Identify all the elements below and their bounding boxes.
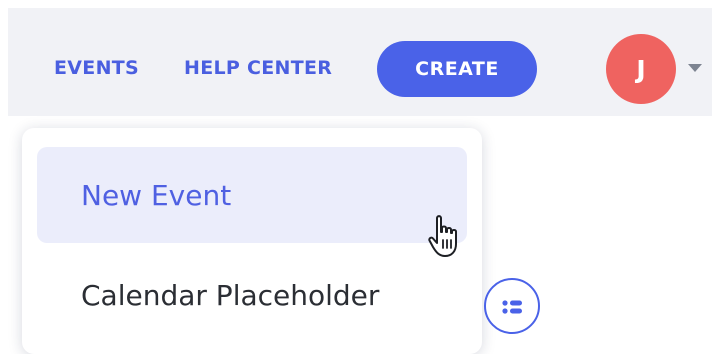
create-button[interactable]: CREATE: [377, 41, 537, 97]
list-view-button[interactable]: [484, 278, 540, 334]
create-button-label: CREATE: [415, 58, 499, 80]
avatar-initial: J: [636, 54, 646, 84]
caret-down-icon[interactable]: [688, 64, 702, 72]
nav-link-help-center[interactable]: HELP CENTER: [184, 57, 332, 79]
list-icon: [502, 300, 522, 314]
menu-item-label: New Event: [81, 178, 232, 212]
hand-pointer-cursor-icon: [428, 215, 457, 257]
top-navigation-bar: EVENTS HELP CENTER CREATE J: [8, 8, 712, 116]
menu-item-label: Calendar Placeholder: [81, 278, 380, 312]
user-avatar[interactable]: J: [606, 34, 676, 104]
menu-item-new-event[interactable]: New Event: [37, 147, 467, 243]
menu-item-calendar-placeholder[interactable]: Calendar Placeholder: [37, 247, 467, 343]
nav-link-events[interactable]: EVENTS: [54, 57, 139, 79]
create-dropdown-menu: New Event Calendar Placeholder: [22, 128, 482, 354]
